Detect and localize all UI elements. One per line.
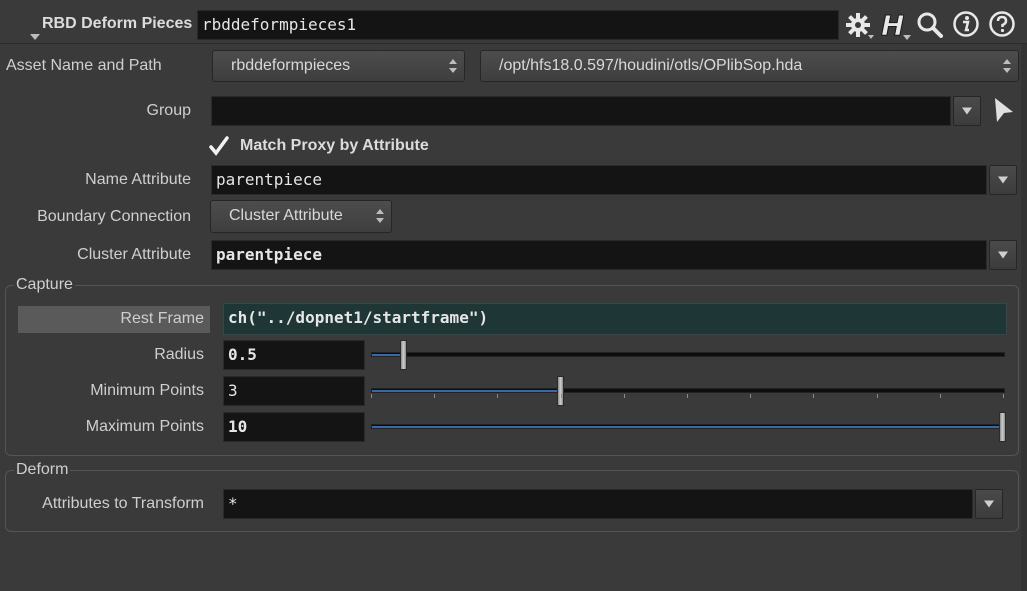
min-points-slider-fill [372,390,561,392]
max-points-slider-handle[interactable] [999,412,1006,442]
name-attr-label: Name Attribute [85,171,191,188]
chevron-down-icon [984,500,994,508]
rest-frame-label: Rest Frame [120,310,204,327]
max-points-slider-track[interactable] [371,424,1005,429]
checkmark-icon [209,136,229,156]
slider-tick [561,394,562,398]
deform-title: Deform [14,461,71,479]
houdini-help-icon[interactable]: H [879,9,913,43]
max-points-input[interactable]: 10 [223,412,365,442]
radius-slider-handle[interactable] [400,340,407,370]
cluster-input[interactable]: parentpiece [211,240,987,270]
match-proxy-checkbox[interactable] [208,136,230,158]
slider-tick [940,394,941,398]
slider-tick [624,394,625,398]
max-points-slider-fill [372,426,1002,428]
radius-input[interactable]: 0.5 [223,340,365,370]
asset-path-value: /opt/hfs18.0.597/houdini/otls/OPlibSop.h… [499,57,803,74]
radius-label: Radius [154,346,204,363]
asset-path-select[interactable]: /opt/hfs18.0.597/houdini/otls/OPlibSop.h… [480,50,1019,82]
chevron-down-icon [998,176,1008,184]
min-points-slider-track[interactable] [371,388,1005,393]
min-points-input[interactable]: 3 [223,376,365,406]
slider-tick [750,394,751,398]
asset-name-value: rbddeformpieces [231,57,351,74]
slider-tick [434,394,435,398]
header-bar: RBD Deform Pieces rbddeformpieces1 H [0,0,1027,44]
search-icon[interactable] [916,11,944,39]
min-points-label: Minimum Points [90,382,204,399]
slider-tick [687,394,688,398]
attrs-transform-label: Attributes to Transform [42,495,204,512]
attrs-transform-dropdown-button[interactable] [975,489,1003,519]
boundary-select[interactable]: Cluster Attribute [210,200,392,233]
min-points-ticks [371,394,1005,399]
gear-icon[interactable] [845,12,875,40]
asset-name-select[interactable]: rbddeformpieces [212,50,465,82]
name-attr-dropdown-button[interactable] [989,165,1017,195]
help-icon[interactable] [988,10,1016,38]
updown-arrows-icon [376,209,384,223]
chevron-down-icon [962,107,972,115]
capture-title: Capture [14,276,75,294]
slider-tick [1003,394,1004,398]
updown-arrows-icon [1003,59,1011,73]
cluster-dropdown-button[interactable] [989,240,1017,270]
attrs-transform-input[interactable]: * [223,489,973,519]
boundary-label: Boundary Connection [37,208,191,225]
updown-arrows-icon [449,59,457,73]
svg-text:H: H [881,9,904,41]
name-attr-input[interactable]: parentpiece [211,165,987,195]
group-dropdown-button[interactable] [953,96,981,126]
node-name-input[interactable]: rbddeformpieces1 [197,10,839,40]
collapse-arrow-icon[interactable] [30,34,40,40]
group-label: Group [146,102,191,119]
cluster-label: Cluster Attribute [77,246,191,263]
slider-tick [877,394,878,398]
scrollbar-edge[interactable] [1021,44,1027,591]
info-icon[interactable] [952,10,980,38]
select-arrow-icon[interactable] [992,97,1016,125]
rest-frame-input[interactable]: ch("../dopnet1/startframe") [223,303,1007,335]
max-points-label: Maximum Points [85,418,204,435]
boundary-value: Cluster Attribute [229,207,343,224]
radius-slider-track[interactable] [371,352,1005,357]
node-type-label: RBD Deform Pieces [42,15,193,32]
slider-tick [371,394,372,398]
group-input[interactable] [211,96,951,126]
slider-tick [497,394,498,398]
min-points-slider-handle[interactable] [557,376,564,406]
match-proxy-label: Match Proxy by Attribute [240,137,429,154]
slider-tick [813,394,814,398]
chevron-down-icon [998,251,1008,259]
asset-label: Asset Name and Path [6,57,162,74]
